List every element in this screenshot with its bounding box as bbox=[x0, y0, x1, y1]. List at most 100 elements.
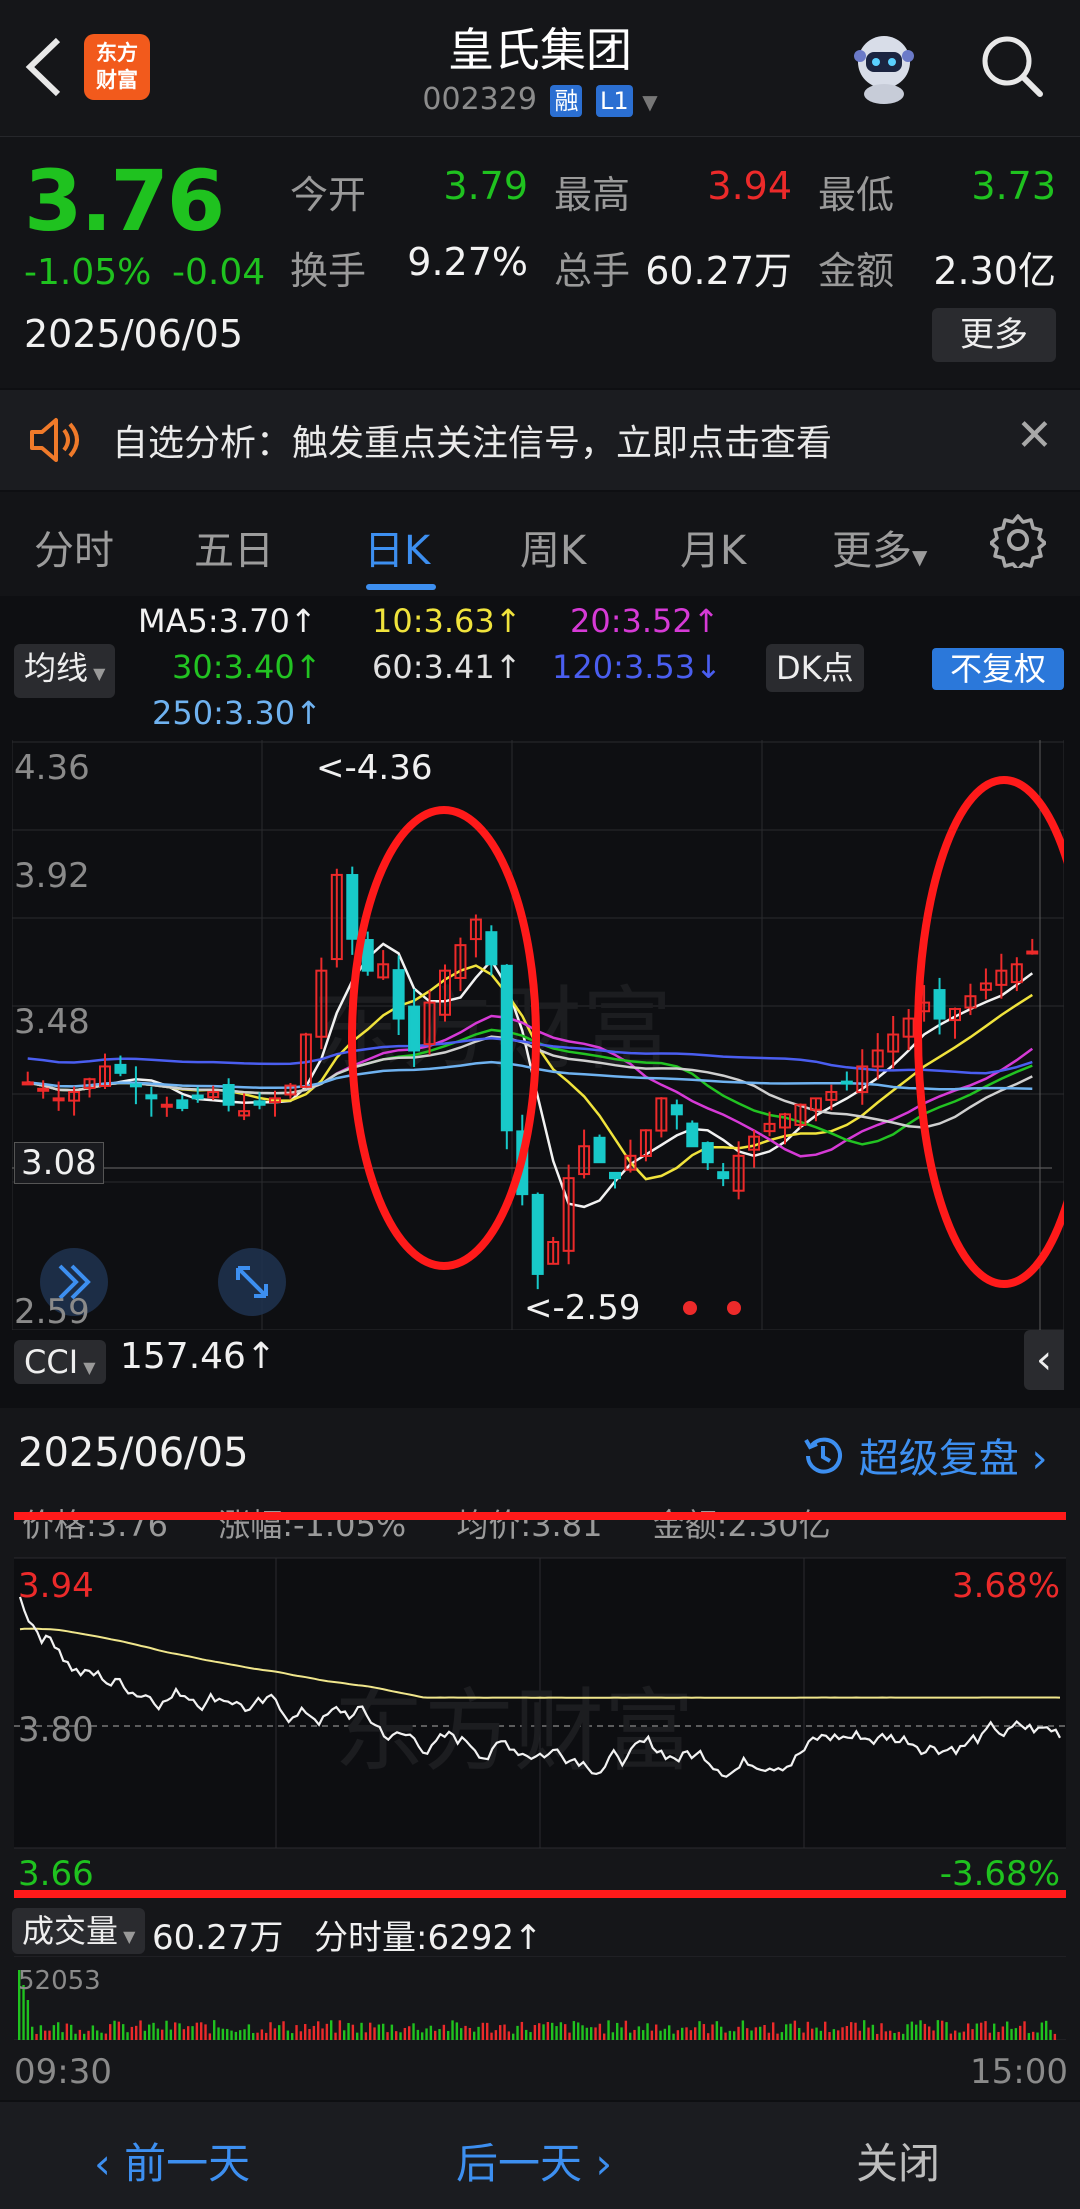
tab-monthly-k[interactable]: 月K bbox=[680, 518, 746, 576]
volume-bar bbox=[785, 2024, 788, 2040]
volume-bar bbox=[594, 2027, 597, 2040]
dk-point-button[interactable]: DK点 bbox=[766, 644, 864, 692]
stock-code-line[interactable]: 002329 融 L1 ▼ bbox=[340, 82, 740, 117]
volume-bar bbox=[936, 2020, 940, 2040]
more-quote-button[interactable]: 更多 bbox=[932, 308, 1056, 362]
close-button[interactable]: 关闭 bbox=[856, 2130, 940, 2191]
volume-bar bbox=[971, 2029, 974, 2040]
volume-bar bbox=[884, 2031, 888, 2040]
margin-tag: 融 bbox=[550, 85, 583, 117]
volume-bar bbox=[477, 2026, 480, 2040]
volume-bar bbox=[429, 2025, 433, 2040]
ma-selector-label: 均线 bbox=[24, 649, 89, 687]
candle-body bbox=[21, 1081, 34, 1086]
quote-date: 2025/06/05 bbox=[24, 312, 244, 356]
volume-bar bbox=[438, 2029, 441, 2040]
amount-value: 2.30亿 bbox=[933, 249, 1056, 293]
volume-max-label: 52053 bbox=[18, 1966, 101, 1996]
volume-bar bbox=[546, 2022, 550, 2040]
candle-body bbox=[933, 989, 946, 1020]
volume-bar bbox=[551, 2022, 554, 2040]
volume-bar bbox=[503, 2024, 506, 2040]
volume-bar bbox=[642, 2030, 645, 2040]
tab-daily-k[interactable]: 日K bbox=[364, 518, 430, 576]
last-price: 3.76 bbox=[24, 152, 225, 250]
volume-bar bbox=[278, 2025, 281, 2040]
volume-bar bbox=[356, 2032, 359, 2040]
volume-bar bbox=[169, 2029, 173, 2040]
volume-bar bbox=[997, 2031, 1000, 2040]
volume-bar bbox=[533, 2025, 537, 2040]
volume-bar bbox=[737, 2026, 740, 2040]
volume-bar bbox=[793, 2020, 797, 2040]
volume-bar bbox=[334, 2032, 337, 2040]
tab-weekly-k[interactable]: 周K bbox=[520, 518, 586, 576]
volume-bar bbox=[577, 2022, 580, 2040]
volume-bar bbox=[559, 2022, 563, 2040]
y-axis-label: 3.92 bbox=[14, 856, 90, 896]
crosshair-price-label: 3.08 bbox=[14, 1142, 104, 1184]
volume-bar bbox=[200, 2022, 203, 2040]
volume-bar bbox=[421, 2032, 424, 2040]
volume-bar bbox=[113, 2020, 116, 2040]
settings-button[interactable] bbox=[989, 512, 1047, 572]
volume-bar bbox=[395, 2031, 398, 2040]
volume-selector-button[interactable]: 成交量 ▼ bbox=[12, 1908, 146, 1954]
back-button[interactable] bbox=[22, 32, 72, 102]
volume-bar bbox=[78, 2029, 82, 2040]
volume-bar bbox=[135, 2025, 138, 2040]
volume-selector-label: 成交量 bbox=[22, 1912, 119, 1950]
candle-body bbox=[253, 1100, 266, 1106]
volume-bar bbox=[616, 2022, 619, 2040]
volume-bar bbox=[44, 2030, 47, 2040]
volume-value: 60.27万 bbox=[645, 249, 792, 293]
collapse-side-panel-button[interactable]: ‹ bbox=[1024, 1330, 1064, 1390]
no-adjust-button[interactable]: 不复权 bbox=[932, 648, 1064, 690]
volume-bar bbox=[96, 2030, 99, 2040]
notice-text[interactable]: 自选分析：触发重点关注信号，立即点击查看 bbox=[112, 414, 832, 466]
volume-bar bbox=[832, 2029, 836, 2040]
volume-bar bbox=[689, 2030, 693, 2040]
next-day-button[interactable]: 后一天 › bbox=[456, 2130, 612, 2191]
prev-day-label: 前一天 bbox=[124, 2139, 251, 2188]
indicator-selector-button[interactable]: CCI ▼ bbox=[14, 1340, 106, 1384]
candlestick-chart[interactable]: 东方财富 bbox=[12, 740, 1064, 1330]
volume-bar bbox=[143, 2030, 147, 2040]
prev-day-button[interactable]: ‹ 前一天 bbox=[94, 2130, 250, 2191]
y-axis-label: 4.36 bbox=[14, 748, 90, 788]
volume-bar bbox=[1040, 2022, 1044, 2040]
chevron-left-icon: ‹ bbox=[1036, 1337, 1052, 1383]
turnover-label: 换手 bbox=[290, 249, 367, 293]
volume-bar bbox=[1045, 2020, 1048, 2040]
volume-label: 总手 bbox=[554, 249, 631, 293]
close-icon[interactable]: ✕ bbox=[1016, 410, 1053, 461]
volume-bar bbox=[416, 2029, 420, 2040]
volume-bar bbox=[321, 2028, 324, 2040]
volume-bar bbox=[746, 2028, 749, 2040]
volume-bar bbox=[715, 2021, 719, 2040]
volume-bar bbox=[161, 2029, 164, 2040]
volume-bar bbox=[824, 2021, 827, 2040]
robot-assistant-icon[interactable] bbox=[844, 28, 924, 108]
search-button[interactable] bbox=[976, 30, 1048, 102]
candle-body bbox=[346, 874, 359, 940]
ma-selector-button[interactable]: 均线 ▼ bbox=[14, 644, 116, 698]
volume-bar bbox=[451, 2020, 454, 2040]
tab-more[interactable]: 更多▼ bbox=[832, 518, 927, 576]
volume-chart[interactable] bbox=[14, 1956, 1066, 2040]
tab-five-day[interactable]: 五日 bbox=[194, 518, 274, 576]
volume-bar bbox=[282, 2021, 285, 2040]
app-logo: 东方 财富 bbox=[84, 34, 150, 100]
fullscreen-button[interactable] bbox=[218, 1248, 286, 1316]
super-replay-link[interactable]: 超级复盘 › bbox=[798, 1426, 1047, 1484]
indicator-selector-label: CCI bbox=[24, 1343, 79, 1381]
next-day-label: 后一天 bbox=[456, 2139, 583, 2188]
volume-bar bbox=[390, 2024, 394, 2040]
tab-intraday[interactable]: 分时 bbox=[34, 518, 114, 576]
intraday-y-top: 3.94 bbox=[18, 1566, 94, 1606]
dk-dot bbox=[683, 1301, 697, 1315]
volume-bar bbox=[286, 2030, 290, 2040]
volume-bar bbox=[481, 2022, 485, 2040]
ma250-label: 250:3.30↑ bbox=[152, 694, 322, 732]
stock-code: 002329 bbox=[422, 82, 537, 117]
